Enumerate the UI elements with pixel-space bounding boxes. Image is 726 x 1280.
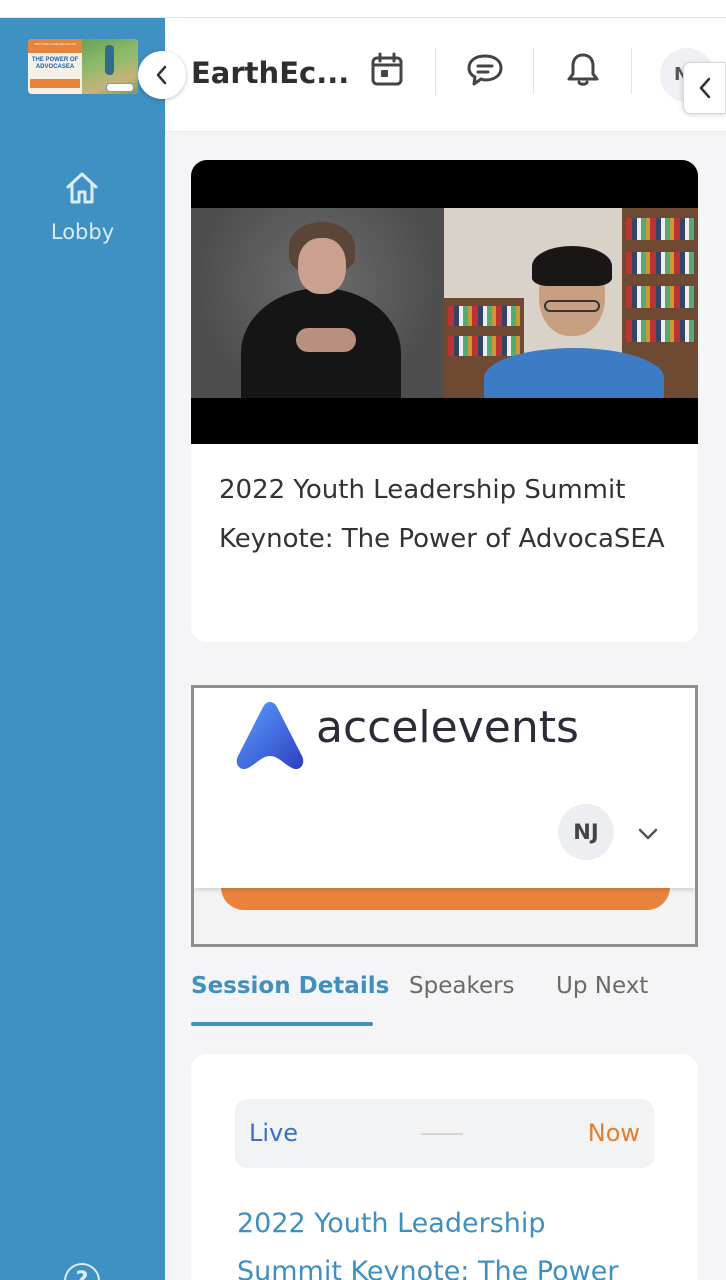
tab-speakers[interactable]: Speakers bbox=[409, 973, 515, 999]
event-title[interactable]: EarthEc... bbox=[191, 56, 349, 90]
accelevents-wordmark: accelevents bbox=[316, 702, 579, 753]
embed-header: accelevents NJ bbox=[194, 688, 695, 888]
tab-session-details[interactable]: Session Details bbox=[191, 973, 389, 999]
home-icon bbox=[66, 172, 98, 204]
bell-icon[interactable] bbox=[563, 50, 603, 90]
top-header: EarthEc... N bbox=[165, 18, 726, 132]
expand-panel-button[interactable] bbox=[683, 62, 726, 114]
embed-user-avatar[interactable]: NJ bbox=[558, 804, 614, 860]
help-icon[interactable]: ? bbox=[64, 1263, 100, 1280]
sidebar-item-lobby[interactable]: Lobby bbox=[0, 168, 165, 258]
status-live-label: Live bbox=[249, 1119, 299, 1147]
event-thumbnail[interactable]: 2022 Youth Leadership Summit THE POWER O… bbox=[28, 39, 138, 94]
thumbnail-line1: 2022 Youth Leadership Summit bbox=[34, 42, 76, 46]
status-now-label: Now bbox=[587, 1119, 640, 1147]
interpreter-video bbox=[191, 208, 444, 398]
embedded-frame: accelevents NJ bbox=[191, 685, 698, 947]
chevron-down-icon[interactable] bbox=[634, 820, 662, 848]
chat-icon[interactable] bbox=[465, 50, 505, 90]
speaker-video bbox=[444, 208, 698, 398]
thumbnail-logo bbox=[106, 83, 134, 92]
status-divider bbox=[421, 1133, 463, 1135]
chevron-left-icon bbox=[699, 77, 710, 99]
accelevents-logo bbox=[236, 702, 304, 770]
header-divider bbox=[435, 48, 436, 94]
calendar-icon[interactable] bbox=[367, 50, 407, 90]
active-tab-underline bbox=[191, 1022, 373, 1026]
thumbnail-line2: THE POWER OF ADVOCASEA bbox=[31, 57, 79, 70]
tab-up-next[interactable]: Up Next bbox=[556, 973, 648, 999]
video-player[interactable] bbox=[191, 160, 698, 444]
collapse-sidebar-button[interactable] bbox=[138, 51, 186, 99]
session-tabs: Session Details Speakers Up Next bbox=[191, 965, 698, 1027]
session-status: Live Now bbox=[235, 1099, 654, 1168]
top-status-strip bbox=[0, 0, 726, 18]
header-divider bbox=[631, 48, 632, 94]
chevron-left-icon bbox=[156, 65, 167, 85]
sidebar-item-label: Lobby bbox=[50, 220, 115, 244]
details-session-title: 2022 Youth Leadership Summit Keynote: Th… bbox=[237, 1208, 619, 1280]
sidebar: 2022 Youth Leadership Summit THE POWER O… bbox=[0, 18, 165, 1280]
header-divider bbox=[533, 48, 534, 94]
session-title: 2022 Youth Leadership Summit Keynote: Th… bbox=[219, 475, 665, 554]
session-video-card: 2022 Youth Leadership Summit Keynote: Th… bbox=[191, 160, 698, 642]
session-details-card: Live Now 2022 Youth Leadership Summit Ke… bbox=[191, 1054, 698, 1280]
thumbnail-poster: 2022 Youth Leadership Summit THE POWER O… bbox=[28, 39, 82, 94]
